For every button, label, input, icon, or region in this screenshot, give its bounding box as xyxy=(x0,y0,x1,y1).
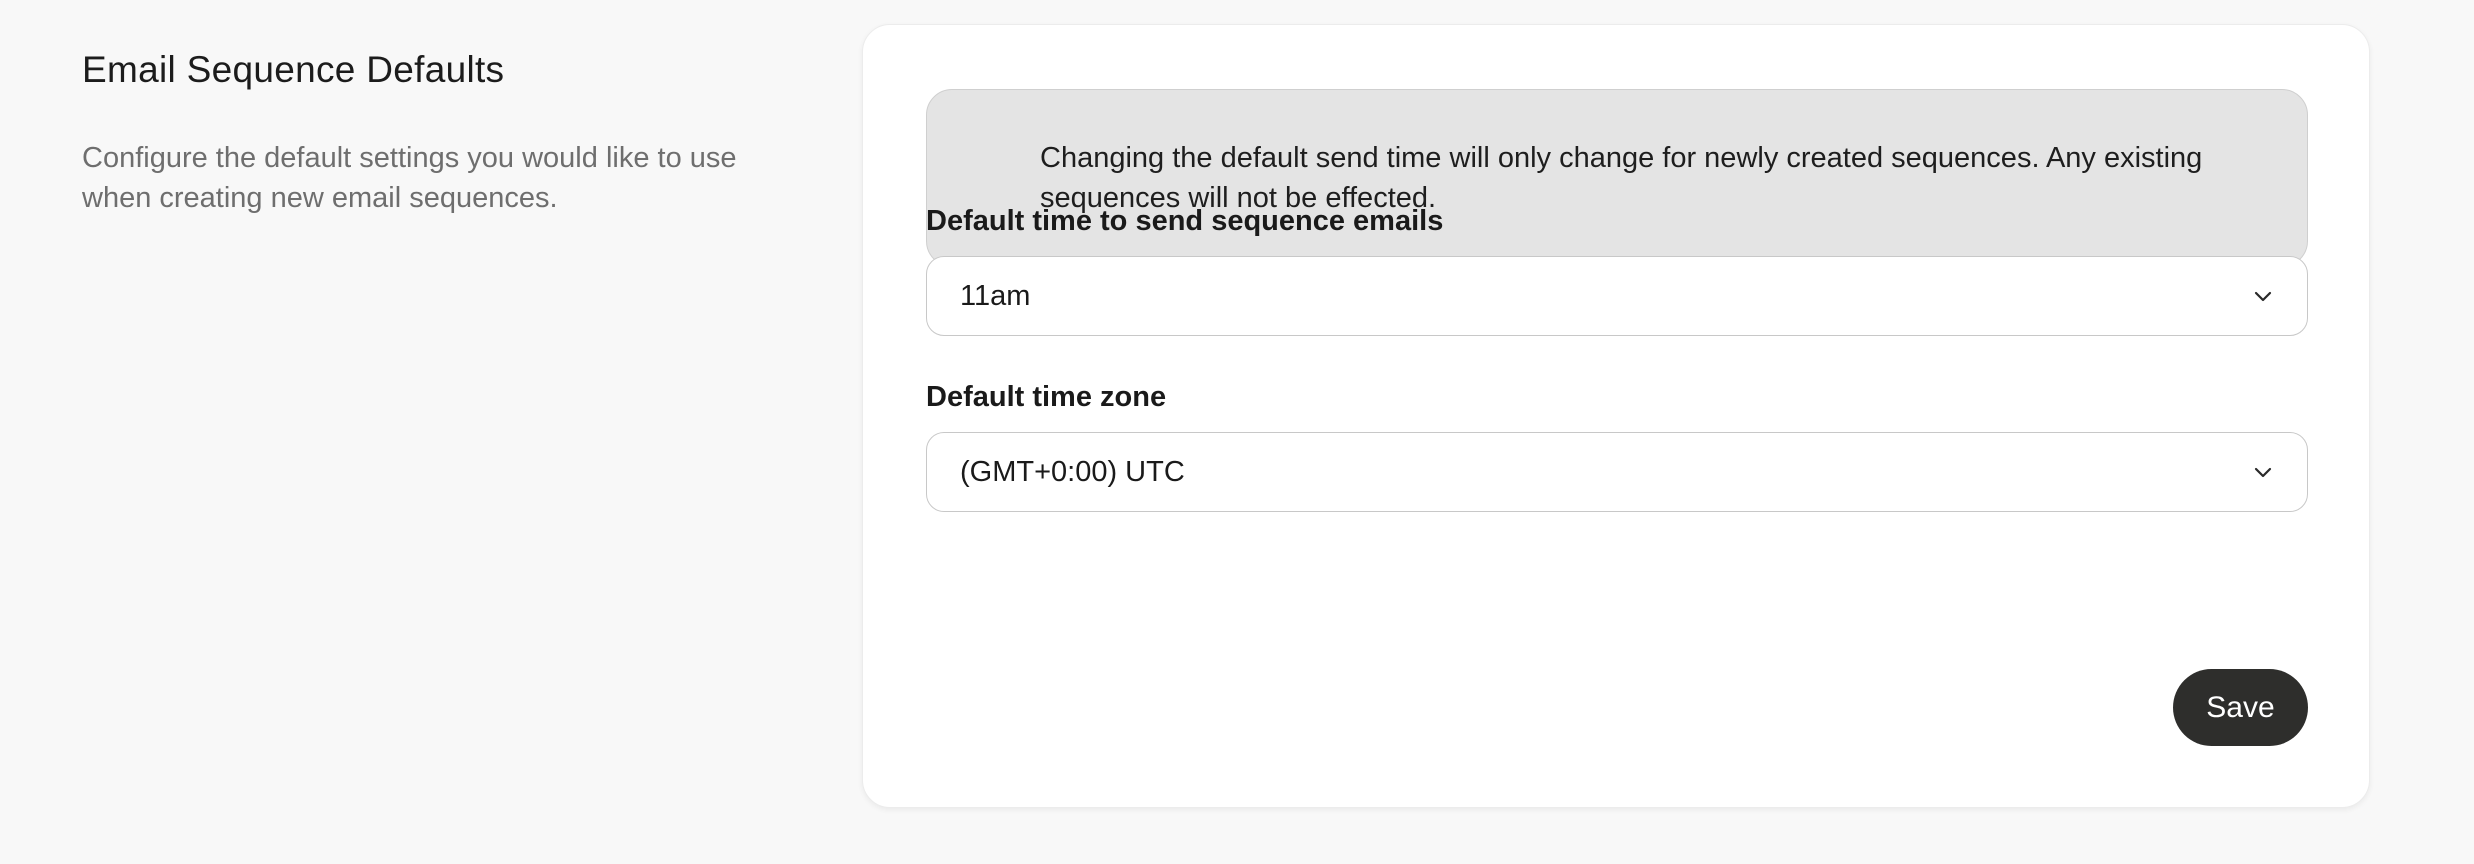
section-title: Email Sequence Defaults xyxy=(82,49,505,90)
save-button[interactable]: Save xyxy=(2173,669,2308,746)
section-intro: Email Sequence Defaults Configure the de… xyxy=(82,48,802,218)
time-zone-value: (GMT+0:00) UTC xyxy=(960,456,1185,488)
send-time-value: 11am xyxy=(960,280,1031,312)
chevron-down-icon xyxy=(2253,287,2273,312)
send-time-select[interactable]: 11am xyxy=(926,256,2308,336)
info-notice: Changing the default send time will only… xyxy=(926,89,2308,324)
chevron-down-icon xyxy=(2253,463,2273,488)
send-time-label: Default time to send sequence emails xyxy=(926,205,1444,237)
time-zone-select[interactable]: (GMT+0:00) UTC xyxy=(926,432,2308,512)
settings-card: Changing the default send time will only… xyxy=(862,24,2370,808)
settings-page: Email Sequence Defaults Configure the de… xyxy=(0,0,2474,864)
time-zone-label: Default time zone xyxy=(926,381,1167,413)
section-description: Configure the default settings you would… xyxy=(82,142,737,214)
